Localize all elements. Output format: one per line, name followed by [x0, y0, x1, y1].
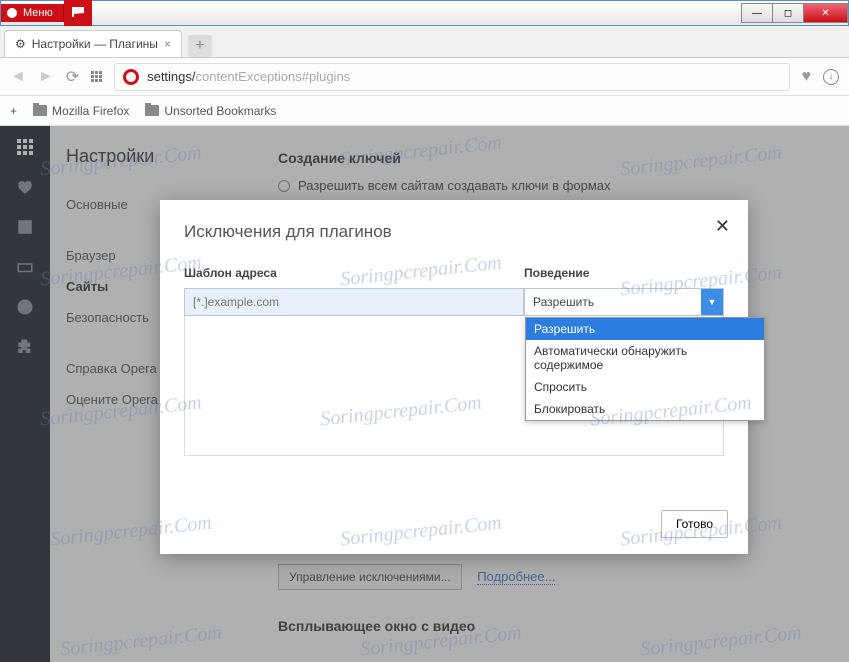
close-button[interactable]: ✕ — [803, 3, 848, 23]
option-autodetect[interactable]: Автоматически обнаружить содержимое — [526, 340, 764, 376]
new-tab-button[interactable]: + — [188, 35, 212, 57]
modal-col-pattern: Шаблон адреса — [184, 266, 524, 316]
folder-icon — [145, 105, 159, 116]
tab-close-icon[interactable]: × — [164, 37, 171, 51]
forward-button[interactable]: ► — [38, 68, 54, 86]
modal-close-button[interactable]: ✕ — [715, 216, 730, 237]
folder-icon — [33, 105, 47, 116]
chevron-down-icon: ▼ — [701, 289, 723, 315]
behavior-dropdown: Разрешить Автоматически обнаружить содер… — [525, 317, 765, 421]
pattern-label: Шаблон адреса — [184, 266, 524, 280]
tab-settings-plugins[interactable]: ⚙ Настройки — Плагины × — [4, 30, 182, 57]
window-controls: — ◻ ✕ — [742, 3, 848, 23]
option-ask[interactable]: Спросить — [526, 376, 764, 398]
bookmarks-bar: + Mozilla Firefox Unsorted Bookmarks — [0, 96, 849, 126]
maximize-button[interactable]: ◻ — [772, 3, 804, 23]
bookmark-folder-unsorted[interactable]: Unsorted Bookmarks — [145, 104, 276, 118]
minimize-button[interactable]: — — [741, 3, 773, 23]
gear-icon: ⚙ — [15, 37, 26, 51]
address-bar[interactable]: settings/contentExceptions#plugins — [114, 63, 789, 91]
reload-button[interactable]: ⟳ — [66, 67, 79, 87]
titlebar-left: Меню — [1, 0, 92, 26]
add-bookmark-button[interactable]: + — [10, 104, 17, 118]
behavior-label: Поведение — [524, 266, 724, 280]
downloads-icon[interactable]: ↓ — [823, 69, 839, 85]
flag-icon[interactable] — [64, 0, 92, 26]
behavior-select[interactable]: Разрешить ▼ Разрешить Автоматически обна… — [524, 288, 724, 316]
tab-title: Настройки — Плагины — [32, 37, 158, 51]
speed-dial-icon[interactable] — [91, 71, 102, 82]
modal-col-behavior: Поведение Разрешить ▼ Разрешить Автомати… — [524, 266, 724, 316]
option-allow[interactable]: Разрешить — [526, 318, 764, 340]
exceptions-modal: Исключения для плагинов ✕ Шаблон адреса … — [160, 200, 748, 554]
back-button[interactable]: ◄ — [10, 68, 26, 86]
pattern-input[interactable] — [184, 288, 524, 316]
option-block[interactable]: Блокировать — [526, 398, 764, 420]
heart-icon[interactable]: ♥ — [802, 68, 812, 86]
url-text: settings/contentExceptions#plugins — [147, 69, 350, 84]
opera-icon — [123, 69, 139, 85]
modal-title: Исключения для плагинов — [184, 222, 724, 242]
bookmark-folder-firefox[interactable]: Mozilla Firefox — [33, 104, 129, 118]
done-button[interactable]: Готово — [661, 510, 728, 538]
select-value: Разрешить — [533, 295, 594, 309]
tab-bar: ⚙ Настройки — Плагины × + — [0, 26, 849, 58]
toolbar: ◄ ► ⟳ settings/contentExceptions#plugins… — [0, 58, 849, 96]
window-titlebar: Меню — ◻ ✕ — [0, 0, 849, 26]
menu-button[interactable]: Меню — [1, 4, 64, 22]
